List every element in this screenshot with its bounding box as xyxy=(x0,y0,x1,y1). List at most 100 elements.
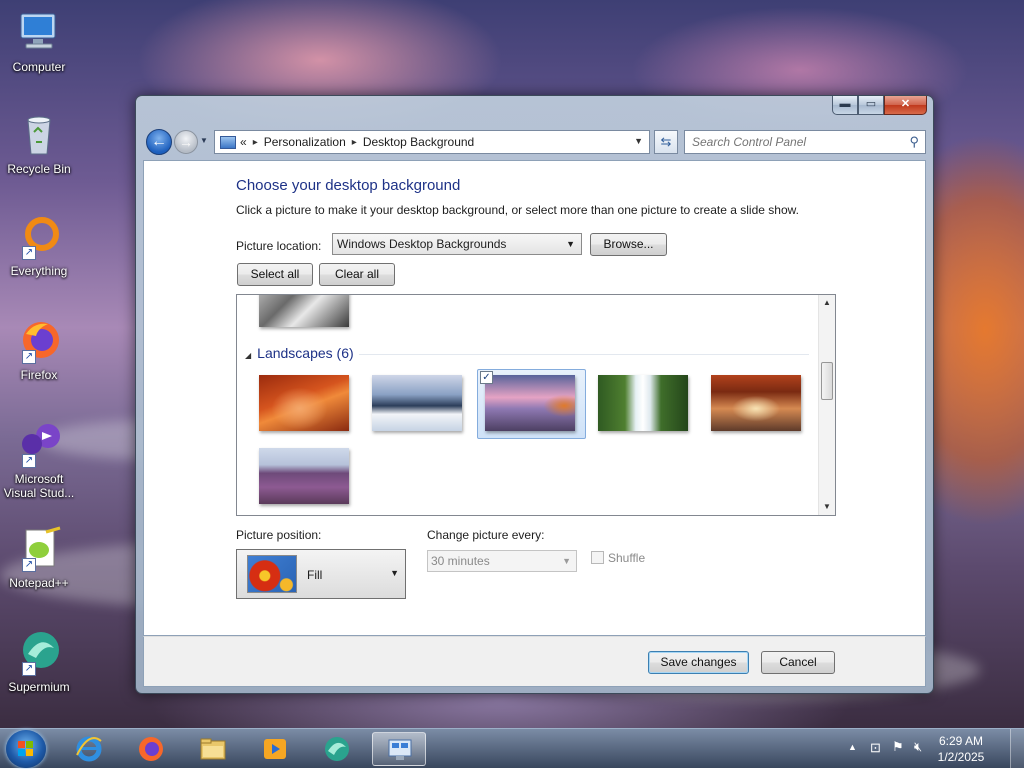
search-box[interactable]: ⚲ xyxy=(684,130,926,154)
picture-position-label: Picture position: xyxy=(236,528,322,542)
wallpaper-thumbnail[interactable] xyxy=(259,448,349,504)
search-input[interactable] xyxy=(685,134,895,150)
checkbox-unchecked-icon xyxy=(591,551,604,564)
back-arrow-icon: ← xyxy=(151,133,167,150)
shuffle-label: Shuffle xyxy=(608,551,646,565)
taskbar-file-explorer[interactable] xyxy=(186,732,240,766)
scroll-up-arrow-icon[interactable]: ▲ xyxy=(819,295,835,311)
recycle-bin-icon xyxy=(16,112,62,158)
notepad-plus-plus-icon: ↗ xyxy=(16,526,62,572)
desktop-icon-label: Firefox xyxy=(20,368,58,382)
breadcrumb-separator-icon[interactable]: ▸ xyxy=(352,137,357,148)
desktop-icon-notepad-plus-plus[interactable]: ↗ Notepad++ xyxy=(1,526,77,590)
taskbar-supermium[interactable] xyxy=(310,732,364,766)
start-button[interactable] xyxy=(6,730,46,768)
select-all-button[interactable]: Select all xyxy=(237,263,313,286)
scroll-down-arrow-icon[interactable]: ▼ xyxy=(819,499,835,515)
chevron-down-icon: ▼ xyxy=(200,136,208,145)
shortcut-arrow-icon: ↗ xyxy=(22,558,36,572)
collapse-triangle-icon[interactable]: ◢ xyxy=(245,351,251,360)
supermium-icon: ↗ xyxy=(16,630,62,676)
desktop-icon-recycle-bin[interactable]: Recycle Bin xyxy=(1,112,77,176)
content-pane: Choose your desktop background Click a p… xyxy=(143,160,926,636)
desktop-icon-everything[interactable]: ↗ Everything xyxy=(1,214,77,278)
network-icon[interactable]: ⊡ xyxy=(870,740,881,756)
system-tray: ▲ ⊡ ⚑ 🔇︎ 6:29 AM 1/2/2025 xyxy=(834,729,1024,769)
save-changes-button[interactable]: Save changes xyxy=(648,651,749,674)
taskbar: ▲ ⊡ ⚑ 🔇︎ 6:29 AM 1/2/2025 xyxy=(0,728,1024,769)
refresh-button[interactable]: ⇆ xyxy=(654,130,678,154)
chevron-down-icon: ▼ xyxy=(566,239,575,249)
picture-location-label: Picture location: xyxy=(236,239,322,253)
shortcut-arrow-icon: ↗ xyxy=(22,454,36,468)
volume-muted-icon[interactable]: 🔇︎ xyxy=(914,739,922,755)
action-center-flag-icon[interactable]: ⚑ xyxy=(892,739,904,755)
taskbar-firefox[interactable] xyxy=(124,732,178,766)
clock-date: 1/2/2025 xyxy=(937,750,985,764)
wallpaper-thumbnail[interactable] xyxy=(259,295,349,327)
wallpaper-thumbnail[interactable] xyxy=(259,375,349,431)
taskbar-media-player[interactable] xyxy=(248,732,302,766)
picture-position-value: Fill xyxy=(307,568,323,582)
address-bar[interactable]: « ▸ Personalization ▸ Desktop Background… xyxy=(214,130,650,154)
breadcrumb-personalization[interactable]: Personalization xyxy=(264,135,346,149)
shortcut-arrow-icon: ↗ xyxy=(22,350,36,364)
address-dropdown-icon[interactable]: ▼ xyxy=(634,136,643,146)
shortcut-arrow-icon: ↗ xyxy=(22,246,36,260)
show-hidden-icons-icon[interactable]: ▲ xyxy=(848,742,857,752)
taskbar-control-panel[interactable] xyxy=(372,732,426,766)
control-panel-icon xyxy=(220,135,236,149)
wallpaper-thumbnail[interactable] xyxy=(372,375,462,431)
search-icon[interactable]: ⚲ xyxy=(909,134,919,150)
desktop-icon-supermium[interactable]: ↗ Supermium xyxy=(1,630,77,694)
visual-studio-icon: ↗ xyxy=(16,422,62,468)
checkbox-checked-icon[interactable]: ✓ xyxy=(480,371,493,384)
windows-logo-icon xyxy=(18,741,34,757)
shuffle-checkbox: Shuffle xyxy=(591,551,645,565)
maximize-button[interactable]: ▭ xyxy=(858,96,884,115)
computer-icon xyxy=(16,10,62,56)
desktop-icon-firefox[interactable]: ↗ Firefox xyxy=(1,318,77,382)
group-header-landscapes[interactable]: ◢ Landscapes (6) xyxy=(245,345,354,361)
cancel-button[interactable]: Cancel xyxy=(761,651,835,674)
forward-button[interactable]: → xyxy=(174,130,198,154)
gallery-scrollbar[interactable]: ▲ ▼ xyxy=(818,295,835,515)
supermium-icon xyxy=(323,735,351,763)
change-picture-interval-select: 30 minutes ▼ xyxy=(427,550,577,572)
taskbar-internet-explorer[interactable] xyxy=(62,732,116,766)
breadcrumb-overflow[interactable]: « xyxy=(240,135,247,149)
recent-pages-dropdown[interactable]: ▼ xyxy=(200,136,208,145)
navigation-bar: ← → ▼ « ▸ Personalization ▸ Desktop Back… xyxy=(144,129,926,155)
breadcrumb-separator-icon[interactable]: ▸ xyxy=(253,137,258,148)
firefox-icon xyxy=(137,735,165,763)
window-caption-buttons: ▬ ▭ ✕ xyxy=(832,96,927,115)
wallpaper-thumbnail[interactable] xyxy=(598,375,688,431)
close-button[interactable]: ✕ xyxy=(884,96,927,115)
picture-location-select[interactable]: Windows Desktop Backgrounds ▼ xyxy=(332,233,582,255)
group-divider xyxy=(359,354,809,355)
breadcrumb-desktop-background[interactable]: Desktop Background xyxy=(363,135,474,149)
forward-arrow-icon: → xyxy=(179,134,193,150)
back-button[interactable]: ← xyxy=(146,129,172,155)
everything-search-icon: ↗ xyxy=(16,214,62,260)
picture-location-value: Windows Desktop Backgrounds xyxy=(337,237,507,251)
wallpaper-gallery[interactable]: ◢ Landscapes (6) ✓ ▲ ▼ xyxy=(236,294,836,516)
desktop-icon-label: Microsoft Visual Stud... xyxy=(3,472,75,500)
desktop-icon-visual-studio[interactable]: ↗ Microsoft Visual Stud... xyxy=(1,422,77,500)
wallpaper-thumbnail[interactable] xyxy=(485,375,575,431)
page-title: Choose your desktop background xyxy=(236,177,461,194)
picture-position-select[interactable]: Fill ▼ xyxy=(236,549,406,599)
show-desktop-button[interactable] xyxy=(1010,729,1024,769)
clock[interactable]: 6:29 AM 1/2/2025 xyxy=(926,733,996,765)
browse-button[interactable]: Browse... xyxy=(590,233,667,256)
chevron-down-icon: ▼ xyxy=(390,568,399,578)
clear-all-button[interactable]: Clear all xyxy=(319,263,395,286)
scrollbar-thumb[interactable] xyxy=(821,362,833,400)
desktop-icon-computer[interactable]: Computer xyxy=(1,10,77,74)
internet-explorer-icon xyxy=(75,735,103,763)
chevron-down-icon: ▼ xyxy=(562,556,571,566)
minimize-button[interactable]: ▬ xyxy=(832,96,858,115)
wallpaper-thumbnail[interactable] xyxy=(711,375,801,431)
folder-icon xyxy=(199,735,227,763)
page-description: Click a picture to make it your desktop … xyxy=(236,203,799,217)
